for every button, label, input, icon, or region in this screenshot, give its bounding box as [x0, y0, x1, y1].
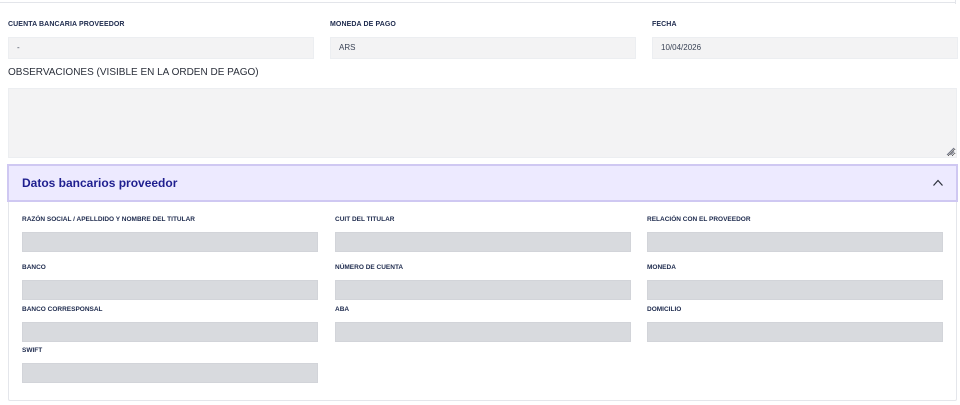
moneda-pago-label: MONEDA DE PAGO	[330, 21, 396, 28]
fecha-label: FECHA	[652, 21, 677, 28]
chevron-up-icon[interactable]	[932, 177, 944, 189]
banco-corresponsal-label: BANCO CORRESPONSAL	[22, 306, 103, 313]
razon-social-label: RAZÓN SOCIAL / APELLDIDO Y NOMBRE DEL TI…	[22, 216, 195, 223]
top-divider-edge	[955, 0, 956, 4]
moneda-field[interactable]	[647, 280, 943, 300]
numero-cuenta-label: NÚMERO DE CUENTA	[335, 264, 404, 271]
swift-label: SWIFT	[22, 347, 43, 354]
bank-details-title: Datos bancarios proveedor	[22, 176, 178, 190]
resize-grip-icon[interactable]	[945, 146, 955, 156]
relacion-label: RELACIÓN CON EL PROVEEDOR	[647, 216, 751, 223]
swift-field[interactable]	[22, 363, 318, 383]
aba-field[interactable]	[335, 322, 631, 342]
banco-corresponsal-field[interactable]	[22, 322, 318, 342]
observaciones-textarea[interactable]	[8, 88, 957, 158]
cuenta-bancaria-label: CUENTA BANCARIA PROVEEDOR	[8, 21, 125, 28]
domicilio-field[interactable]	[647, 322, 943, 342]
moneda-pago-field[interactable]: ARS	[330, 37, 636, 59]
fecha-field[interactable]: 10/04/2026	[652, 37, 958, 59]
cuit-label: CUIT DEL TITULAR	[335, 216, 395, 223]
banco-label: BANCO	[22, 264, 46, 271]
top-divider	[0, 0, 956, 3]
cuenta-bancaria-field[interactable]: -	[8, 37, 314, 59]
razon-social-field[interactable]	[22, 232, 318, 252]
cuit-field[interactable]	[335, 232, 631, 252]
numero-cuenta-field[interactable]	[335, 280, 631, 300]
observaciones-label: OBSERVACIONES (VISIBLE EN LA ORDEN DE PA…	[8, 67, 259, 78]
aba-label: ABA	[335, 306, 350, 313]
bank-details-header[interactable]: Datos bancarios proveedor	[7, 164, 958, 202]
relacion-field[interactable]	[647, 232, 943, 252]
moneda-label: MONEDA	[647, 264, 676, 271]
banco-field[interactable]	[22, 280, 318, 300]
domicilio-label: DOMICILIO	[647, 306, 682, 313]
